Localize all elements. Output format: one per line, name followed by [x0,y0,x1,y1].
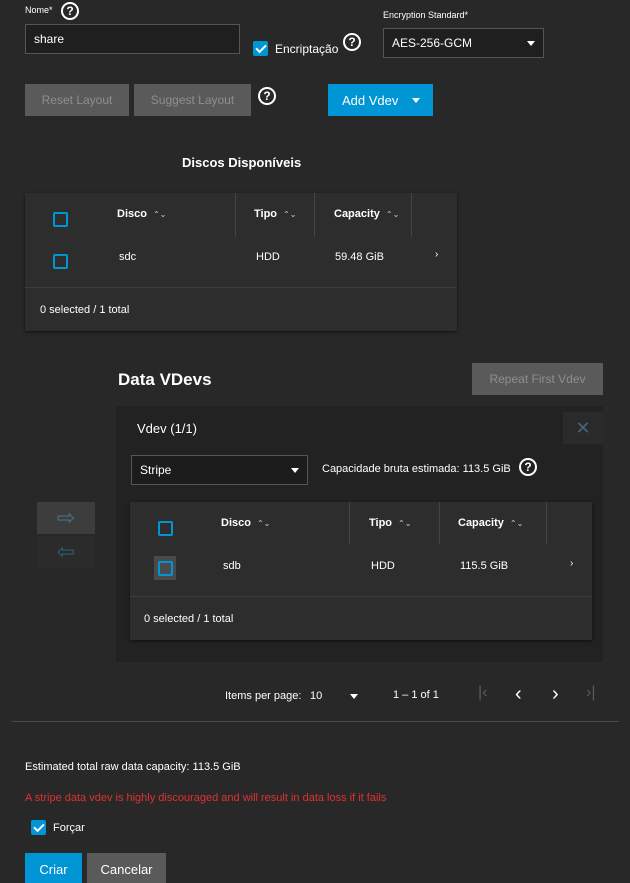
sort-icon: ⌃⌄ [256,519,271,528]
raw-capacity-help-icon[interactable]: ? [519,458,537,476]
column-header-disk[interactable]: Disco ⌃⌄ [117,208,166,220]
estimated-capacity: Estimated total raw data capacity: 113.5… [25,761,241,773]
sort-icon: ⌃⌄ [509,519,524,528]
column-header-disk[interactable]: Disco ⌃⌄ [221,517,270,529]
repeat-first-vdev-button[interactable]: Repeat First Vdev [472,363,603,395]
column-header-type[interactable]: Tipo ⌃⌄ [369,517,411,529]
vdev-card: Vdev (1/1) ✕ Stripe Capacidade bruta est… [116,406,603,662]
chevron-down-icon [412,97,421,103]
cancel-button[interactable]: Cancelar [87,853,166,883]
chevron-down-icon [350,693,358,699]
available-disks-footer: 0 selected / 1 total [40,304,130,316]
row-type: HDD [256,251,280,263]
vdev-disks-table: Disco ⌃⌄ Tipo ⌃⌄ Capacity ⌃⌄ sdb HDD 115.5 … [130,502,592,640]
first-page-icon[interactable]: |‹ [478,684,487,702]
items-per-page-select[interactable]: 10 [310,684,358,708]
column-header-type[interactable]: Tipo ⌃⌄ [254,208,296,220]
sort-icon: ⌃⌄ [385,210,400,219]
select-all-checkbox[interactable] [53,212,68,227]
name-help-icon[interactable]: ? [61,2,79,20]
sort-icon: ⌃⌄ [283,210,297,219]
arrow-right-icon[interactable]: ⇨ [37,502,95,534]
chevron-right-icon[interactable]: › [435,249,438,260]
chevron-down-icon [527,40,535,46]
row-checkbox[interactable] [53,254,68,269]
data-vdevs-title: Data VDevs [118,370,212,389]
items-per-page-label: Items per page: [225,690,302,702]
page-range: 1 – 1 of 1 [393,689,439,701]
available-disks-table: Disco ⌃⌄ Tipo ⌃⌄ Capacity ⌃⌄ sdc HDD 59.48 … [25,193,457,331]
add-vdev-label: Add Vdev [342,92,399,108]
divider [12,721,619,722]
vdev-layout-value: Stripe [140,463,172,477]
row-capacity: 115.5 GiB [460,560,509,572]
row-capacity: 59.48 GiB [335,251,384,263]
encryption-label: Encriptação [275,42,339,56]
arrow-left-icon[interactable]: ⇦ [37,536,95,568]
previous-page-icon[interactable]: ‹ [515,683,522,706]
force-label: Forçar [53,822,85,834]
layout-help-icon[interactable]: ? [258,87,276,105]
last-page-icon[interactable]: ›| [586,684,595,702]
create-button[interactable]: Criar [25,853,82,883]
chevron-right-icon[interactable]: › [570,558,573,569]
encryption-checkbox[interactable] [253,41,268,56]
row-checkbox[interactable] [157,560,173,576]
name-input[interactable]: share [25,24,240,54]
reset-layout-button[interactable]: Reset Layout [25,84,129,116]
force-checkbox[interactable] [31,820,46,835]
items-per-page-value: 10 [310,690,323,702]
sort-icon: ⌃⌄ [152,210,167,219]
add-vdev-button[interactable]: Add Vdev [328,84,433,116]
column-header-capacity[interactable]: Capacity ⌃⌄ [334,208,399,220]
next-page-icon[interactable]: › [552,683,559,706]
vdev-disks-footer: 0 selected / 1 total [144,613,234,625]
available-disks-title: Discos Disponíveis [182,155,302,170]
encryption-standard-value: AES-256-GCM [392,36,473,50]
select-all-checkbox[interactable] [158,521,173,536]
row-type: HDD [371,560,395,572]
raw-capacity-text: Capacidade bruta estimada: 113.5 GiB [322,463,511,475]
vdev-layout-select[interactable]: Stripe [131,455,308,485]
column-header-capacity[interactable]: Capacity ⌃⌄ [458,517,523,529]
vdev-title: Vdev (1/1) [137,421,197,436]
encryption-standard-select[interactable]: AES-256-GCM [383,28,544,58]
encryption-help-icon[interactable]: ? [343,33,361,51]
name-label: Nome* [25,5,53,15]
close-icon[interactable]: ✕ [563,412,603,444]
row-disk: sdb [223,560,241,572]
suggest-layout-button[interactable]: Suggest Layout [134,84,251,116]
chevron-down-icon [291,467,299,473]
row-checkbox-wrapper[interactable] [154,556,176,580]
row-disk: sdc [119,251,137,263]
sort-icon: ⌃⌄ [398,519,412,528]
encryption-standard-label: Encryption Standard* [383,10,469,20]
stripe-warning: A stripe data vdev is highly discouraged… [25,792,387,804]
